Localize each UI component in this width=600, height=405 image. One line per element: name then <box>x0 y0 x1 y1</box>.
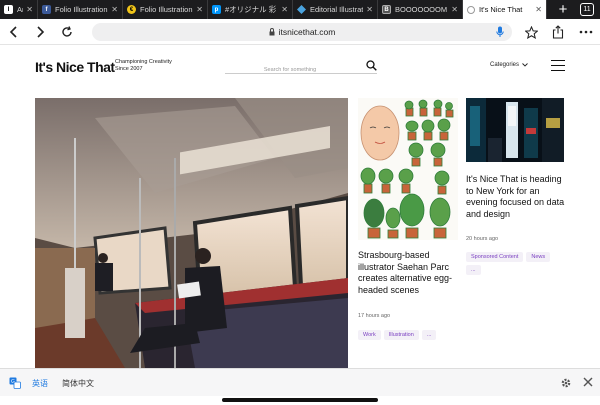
microphone-icon[interactable] <box>496 26 504 38</box>
tab-bar: I Ar ✕ f Folio Illustration ✕ € Folio Il… <box>0 0 600 19</box>
bookmark-button[interactable] <box>522 23 540 41</box>
lock-icon <box>269 28 275 36</box>
categories-dropdown[interactable]: Categories <box>490 62 528 68</box>
tab-2[interactable]: € Folio Illustration ✕ <box>123 0 208 19</box>
tab-close-icon[interactable]: ✕ <box>535 5 542 14</box>
reload-icon <box>62 26 72 37</box>
tab-close-icon[interactable]: ✕ <box>26 5 33 14</box>
facebook-icon: f <box>42 5 51 14</box>
address-bar: itsnicethat.com <box>0 19 600 45</box>
search-input[interactable] <box>225 62 355 78</box>
site-tagline: Championing Creativity Since 2007 <box>115 59 172 72</box>
star-icon <box>524 25 538 39</box>
article-tags: Sponsored Content News ... <box>466 252 566 275</box>
back-button[interactable] <box>5 23 23 41</box>
share-button[interactable] <box>549 23 567 41</box>
reload-button[interactable] <box>58 23 76 41</box>
tab-count-button[interactable]: 11 <box>580 3 594 16</box>
home-indicator[interactable] <box>222 398 378 402</box>
chevron-right-icon <box>37 26 45 38</box>
tab-5[interactable]: B BOOOOOOOM ✕ <box>378 0 463 19</box>
tab-close-icon[interactable]: ✕ <box>196 5 203 14</box>
gear-icon[interactable] <box>560 377 572 389</box>
tab-1[interactable]: f Folio Illustration ✕ <box>38 0 123 19</box>
tag-work[interactable]: Work <box>358 330 381 340</box>
tag-sponsored-content[interactable]: Sponsored Content <box>466 252 524 262</box>
times-square-photo <box>466 98 564 162</box>
tab-3[interactable]: p #オリジナル 彩 ✕ <box>208 0 293 19</box>
folio-icon: € <box>127 5 136 14</box>
article-title[interactable]: It's Nice That is heading to New York fo… <box>466 174 566 220</box>
hero-image[interactable] <box>35 98 348 368</box>
tab-0[interactable]: I Ar ✕ <box>0 0 38 19</box>
article-image-newyork[interactable] <box>466 98 564 162</box>
article-tags: Work Illustration ... <box>358 330 437 340</box>
target-language-button[interactable]: 简体中文 <box>62 378 94 389</box>
url-text: itsnicethat.com <box>278 27 336 37</box>
article-timestamp: 17 hours ago <box>358 313 391 319</box>
tag-more[interactable]: ... <box>421 330 437 340</box>
tab-close-icon[interactable]: ✕ <box>366 5 373 14</box>
chevron-down-icon <box>522 63 528 67</box>
menu-button[interactable] <box>551 60 565 71</box>
more-button[interactable] <box>577 23 595 41</box>
tab-6-active[interactable]: It's Nice That ✕ <box>463 0 547 19</box>
new-tab-button[interactable]: + <box>550 0 576 19</box>
editorial-icon <box>297 5 306 14</box>
tag-illustration[interactable]: Illustration <box>383 330 419 340</box>
source-language-button[interactable]: 英语 <box>32 378 48 389</box>
it-favicon-icon: I <box>4 5 13 14</box>
url-field[interactable]: itsnicethat.com <box>92 23 512 41</box>
subway-photo <box>35 98 348 368</box>
translate-bar: G 英语 简体中文 <box>0 368 600 396</box>
share-icon <box>552 25 564 39</box>
article-title[interactable]: Strasbourg-based illustrator Saehan Parc… <box>358 250 458 296</box>
site-logo[interactable]: It's Nice That <box>35 59 115 75</box>
tab-close-icon[interactable]: ✕ <box>281 5 288 14</box>
tag-more[interactable]: ... <box>466 265 481 275</box>
translate-icon: G <box>9 377 21 389</box>
search-icon[interactable] <box>366 60 377 71</box>
tab-close-icon[interactable]: ✕ <box>451 5 458 14</box>
booooooom-icon: B <box>382 5 391 14</box>
itsnicethat-icon <box>467 5 475 14</box>
search-box <box>225 58 377 78</box>
more-dots-icon <box>579 30 593 34</box>
tag-news[interactable]: News <box>526 252 551 262</box>
article-timestamp: 20 hours ago <box>466 236 499 242</box>
tab-close-icon[interactable]: ✕ <box>111 5 118 14</box>
site-header: It's Nice That Championing Creativity Si… <box>0 46 600 88</box>
tab-4[interactable]: Editorial Illustrat ✕ <box>293 0 378 19</box>
article-image-plants[interactable] <box>358 98 458 240</box>
pixiv-icon: p <box>212 5 221 14</box>
forward-button[interactable] <box>31 23 49 41</box>
chevron-left-icon <box>9 26 17 38</box>
hamburger-icon <box>551 60 565 62</box>
close-icon[interactable] <box>583 377 593 387</box>
plant-illustration <box>358 98 458 240</box>
